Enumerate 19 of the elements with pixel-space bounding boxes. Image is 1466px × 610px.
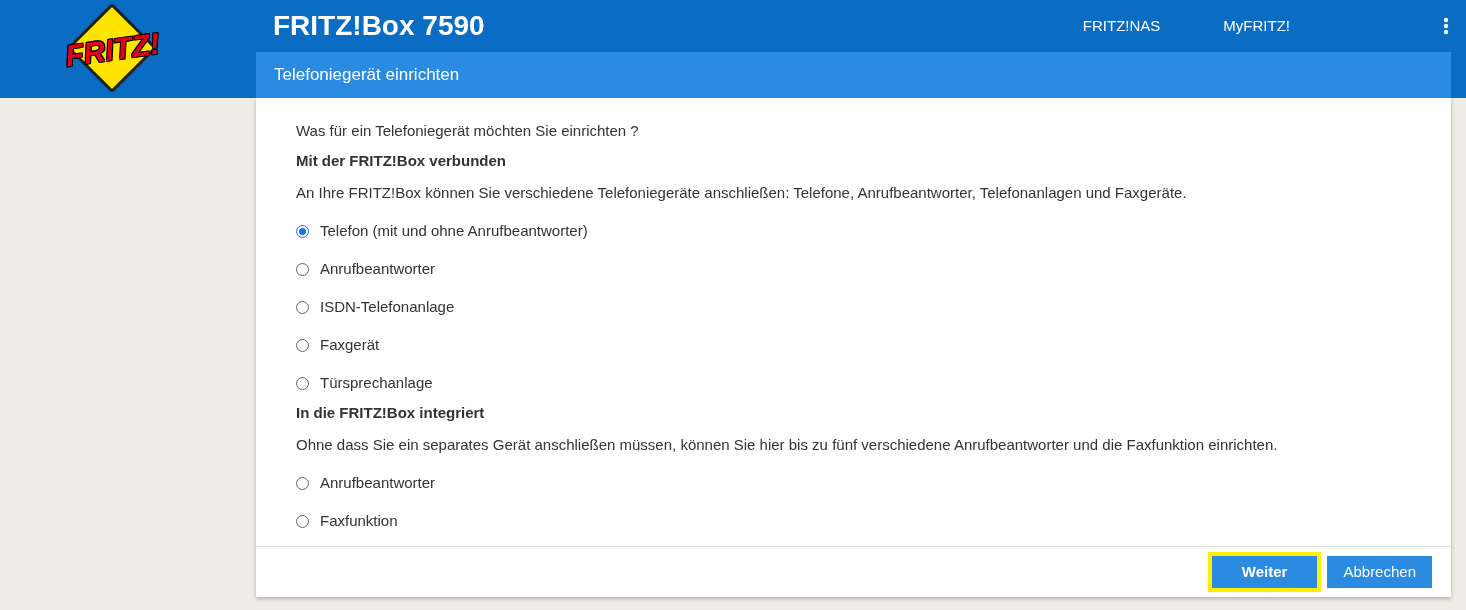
radio-option[interactable]: ISDN-Telefonanlage	[296, 296, 455, 318]
dialog-button[interactable]: Weiter	[1207, 552, 1322, 592]
radio-option[interactable]: Anrufbeantworter	[296, 258, 436, 280]
section-description: An Ihre FRITZ!Box können Sie verschiedene Telefoniegeräte anschließen: Telefone, Anrufbeantworter, Telefonanlagen und Faxgeräte.	[296, 183, 1188, 203]
radio-option[interactable]: Anrufbeantworter	[296, 472, 436, 494]
nav-link[interactable]: MyFRITZ!	[1223, 14, 1290, 38]
section-description: Ohne dass Sie ein separates Gerät anschließen müssen, können Sie hier bis zu fünf verschiedene Anrufbeantworter und die Faxfunktion einrichten.	[296, 435, 1279, 455]
radio-option[interactable]: Türsprechanlage	[296, 372, 433, 394]
dialog-button[interactable]: Abbrechen	[1327, 556, 1432, 588]
nav-link[interactable]: FRITZ!NAS	[1082, 14, 1161, 38]
section-heading: In die FRITZ!Box integriert	[296, 403, 486, 423]
radio-option[interactable]: Faxgerät	[296, 334, 380, 356]
more-menu-icon[interactable]	[1443, 17, 1449, 35]
radio-option[interactable]: Telefon (mit und ohne Anrufbeantworter)	[296, 220, 588, 242]
question-text: Was für ein Telefoniegerät möchten Sie einrichten ?	[296, 121, 640, 141]
section-heading: Mit der FRITZ!Box verbunden	[296, 151, 507, 171]
device-title: FRITZ!Box 7590	[273, 9, 485, 43]
radio-option[interactable]: Faxfunktion	[296, 510, 398, 532]
dialog-title: Telefoniegerät einrichten	[274, 64, 460, 87]
